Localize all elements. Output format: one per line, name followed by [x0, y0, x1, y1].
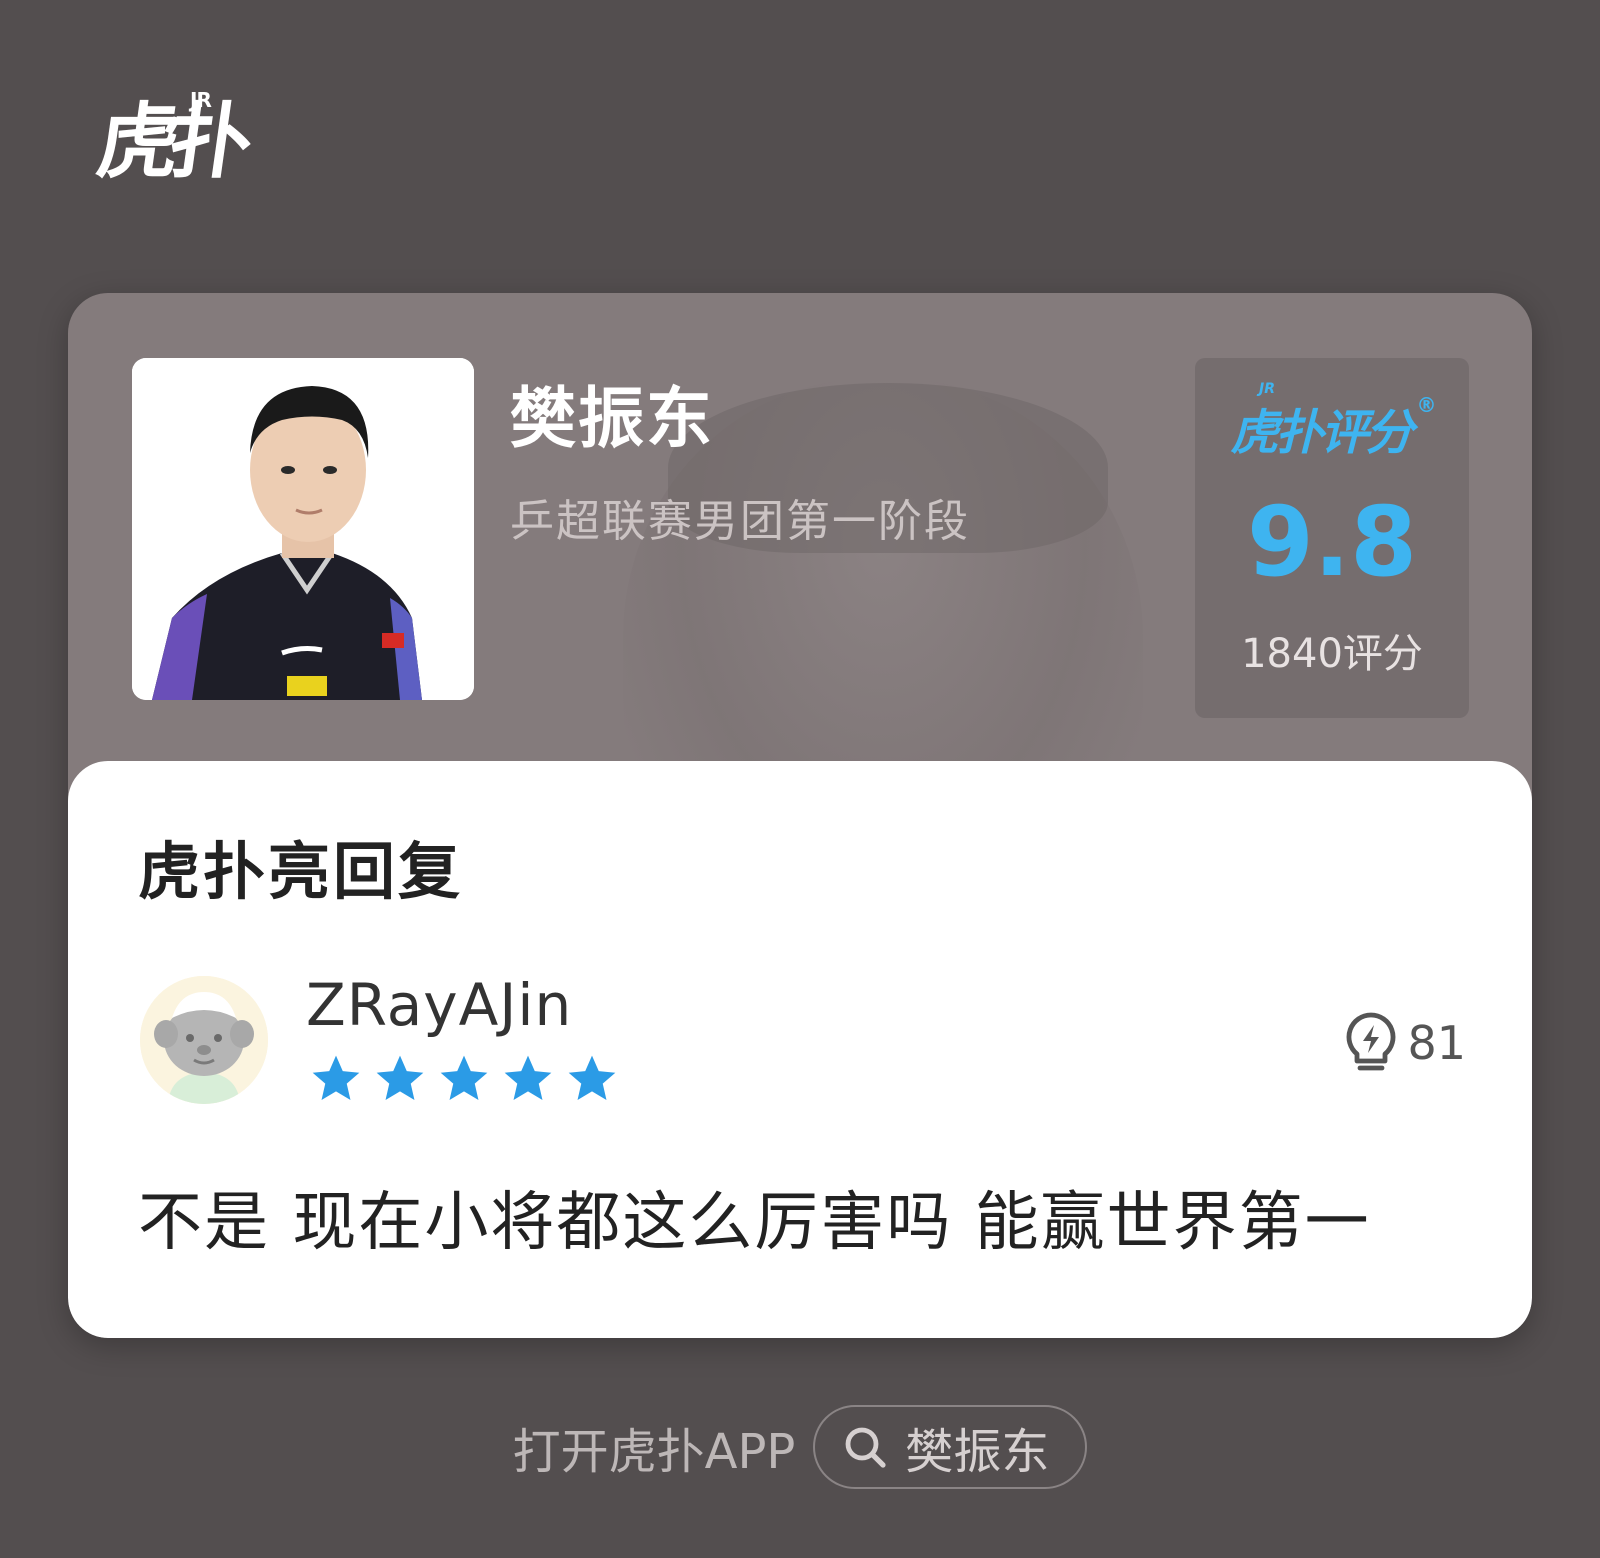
search-term: 樊振东: [905, 1424, 1050, 1480]
search-button[interactable]: 樊振东: [813, 1405, 1088, 1489]
star-icon: [568, 1055, 616, 1100]
event-name: 乒超联赛男团第一阶段: [510, 496, 970, 547]
player-photo-illustration: [132, 358, 474, 700]
logo-text: 虎扑: [91, 95, 249, 190]
star-icon: [504, 1055, 552, 1100]
avatar[interactable]: [140, 976, 268, 1104]
section-title: 虎扑亮回复: [138, 835, 464, 908]
registered-mark: ®: [1416, 393, 1437, 417]
score-brand-label: JR 虎扑评分 ®: [1195, 381, 1469, 463]
star-icon: [440, 1055, 488, 1100]
reply-text: 不是 现在小将都这么厉害吗 能赢世界第一: [138, 1186, 1371, 1260]
score-brand-text: 虎扑评分: [1230, 405, 1413, 461]
username[interactable]: ZRayAJin: [306, 971, 572, 1039]
star-rating: [308, 1051, 620, 1107]
star-icon: [312, 1055, 360, 1100]
lightbulb-icon: [1347, 1012, 1396, 1071]
score-count: 1840评分: [1241, 631, 1423, 677]
star-icon: [376, 1055, 424, 1100]
score-value: 9.8: [1246, 486, 1418, 598]
score-panel: JR 虎扑评分 ® 9.8 1840评分: [1195, 358, 1469, 718]
open-app-link[interactable]: 打开虎扑APP: [513, 1412, 796, 1482]
rating-share-card: 樊振东 乒超联赛男团第一阶段 JR 虎扑评分 ® 9.8 1840评分 虎扑亮回复: [68, 293, 1532, 1338]
avatar-illustration: [140, 976, 268, 1104]
player-header: 樊振东 乒超联赛男团第一阶段 JR 虎扑评分 ® 9.8 1840评分: [68, 293, 1532, 813]
player-photo: [132, 358, 474, 700]
hupu-logo: JR 虎扑: [91, 88, 248, 208]
footer: 打开虎扑APP 樊振东: [0, 1402, 1600, 1492]
light-button[interactable]: 81: [1343, 1011, 1466, 1075]
search-icon: [845, 1427, 886, 1468]
reply-section: 虎扑亮回复 ZRayAJin 81 不是 现在小将都这么厉害吗 能赢世界第一: [68, 761, 1532, 1338]
player-name: 樊振东: [510, 380, 714, 457]
score-brand-jr: JR: [1259, 381, 1275, 397]
light-count: 81: [1407, 1016, 1466, 1070]
